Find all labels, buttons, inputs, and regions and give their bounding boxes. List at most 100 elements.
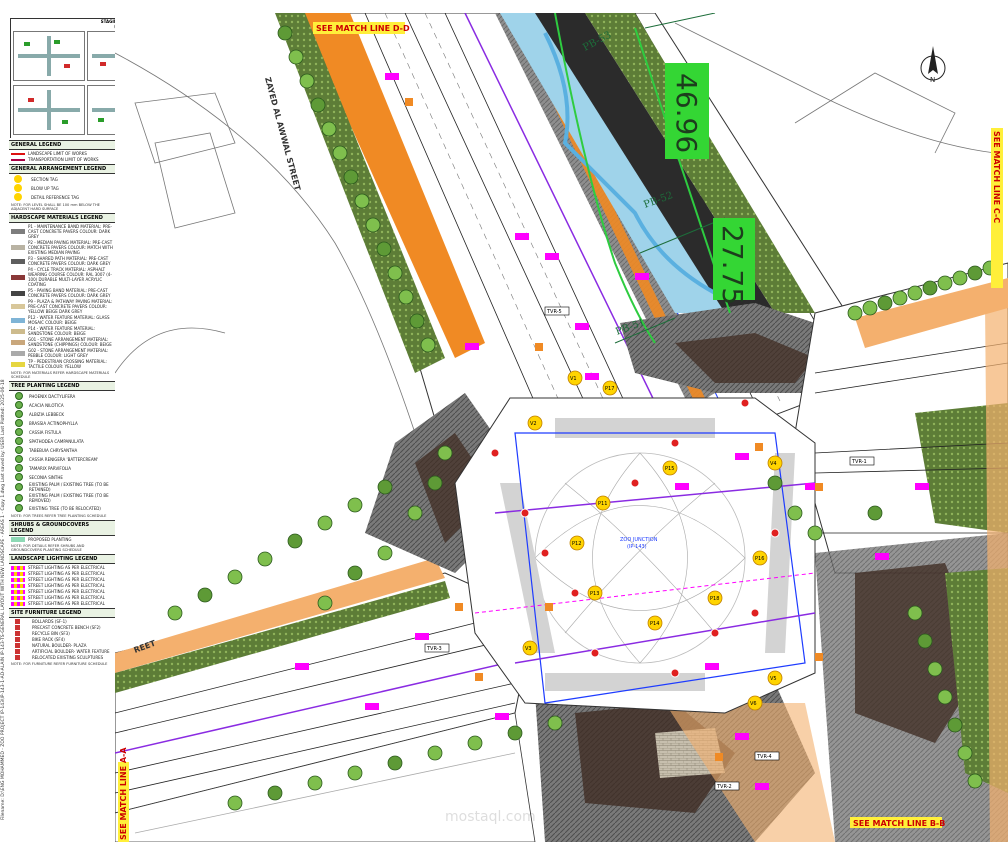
tree_items-item: TAMARIX PARVIFOLIA <box>11 464 115 472</box>
tree-icon <box>317 595 333 611</box>
file-path-text: Filename: D:\ENG MOHAMMED - ZOO PROJECT … <box>1 379 6 820</box>
tree-icon <box>467 735 483 751</box>
tree_items-item: ALBIZIA LEBBECK <box>11 410 115 418</box>
magenta-marker <box>635 273 649 280</box>
legend-item-label: G02 - STONE ARRANGEMENT MATERIAL: PEBBLE… <box>28 348 109 358</box>
magenta-marker <box>295 663 309 670</box>
section-tag-1: TVR-1 <box>849 456 875 466</box>
orange-marker <box>405 98 413 106</box>
svg-text:TVR-5: TVR-5 <box>546 309 562 315</box>
tree_items-item: TABEBUIA CHRYSANTHA <box>11 446 115 454</box>
tree_items-item: PHOENIX DACTYLIFERA <box>11 392 115 400</box>
tree-icon <box>347 497 363 513</box>
magenta-marker <box>755 783 769 790</box>
legend-item-label: EXISTING PALM / EXISTING TREE (TO BE RET… <box>29 482 109 492</box>
hardscape_items-item: P9 - PLAZA & PATHWAY PAVING MATERIAL: PR… <box>11 299 115 314</box>
general-legend-list: LANDSCAPE LIMIT OF WORKS TRANSPORTATION L… <box>9 151 115 162</box>
svg-text:V5: V5 <box>770 676 777 682</box>
legend-item-label: STREET LIGHTING AS PER ELECTRICAL <box>28 589 105 594</box>
legend-item-label: P3 - SHARED PATH MATERIAL: PRE-CAST CONC… <box>28 256 111 266</box>
legend-item-label: BOLLARDS (SF-1) <box>32 619 67 624</box>
tree-icon <box>892 290 908 306</box>
tree_items-item: CASSIA RENIGERA 'BATTERCREAM' <box>11 455 115 463</box>
legend-item-label: TRANSPORTATION LIMIT OF WORKS <box>28 157 99 162</box>
legend-item-label: STREET LIGHTING AS PER ELECTRICAL <box>28 565 105 570</box>
hardscape-legend-list: P1 - MAINTENANCE BAND MATERIAL: PRE-CAST… <box>9 224 115 369</box>
tree-icon <box>387 755 403 771</box>
legend-swatch-icon <box>11 152 25 155</box>
match-line-bottom: SEE MATCH LINE B-B <box>850 817 945 828</box>
stage-phase-1 <box>13 31 85 81</box>
svg-text:V3: V3 <box>525 646 532 652</box>
legend-swatch-icon <box>11 350 25 356</box>
svg-text:P17: P17 <box>605 386 614 392</box>
site-plan[interactable]: SEE MATCH LINE D-D SEE MATCH LINE B-B SE… <box>115 13 1008 842</box>
tree-icon <box>922 280 938 296</box>
hardscape-legend-title: HARDSCAPE MATERIALS LEGEND <box>9 213 115 223</box>
tree-symbol-icon <box>15 428 23 436</box>
furniture_items-item: RECYCLE BIN (SF3) <box>11 631 115 636</box>
magenta-marker <box>875 553 889 560</box>
traffic-signal-icon <box>750 608 760 618</box>
lighting_items-item: STREET LIGHTING AS PER ELECTRICAL <box>11 601 115 606</box>
match-line-left: SEE MATCH LINE A-A <box>118 747 129 842</box>
orange-marker <box>755 443 763 451</box>
legend-swatch-icon <box>15 637 20 642</box>
match-line-right-text: SEE MATCH LINE C-C <box>992 131 1001 223</box>
svg-text:P13: P13 <box>590 591 599 597</box>
traffic-signal-icon <box>740 398 750 408</box>
traffic-signal-icon <box>490 448 500 458</box>
legend-swatch-icon <box>11 274 25 280</box>
tree-icon <box>365 217 381 233</box>
tree-symbol-icon <box>15 401 23 409</box>
magenta-marker <box>575 323 589 330</box>
legend-item-label: BLOW UP TAG <box>31 185 59 191</box>
legend-item-label: ARTIFICIAL BOULDER- WATER FEATURE <box>32 649 110 654</box>
tree-icon <box>343 169 359 185</box>
legend-item-label: STREET LIGHTING AS PER ELECTRICAL <box>28 583 105 588</box>
legend-item-label: TABEBUIA CHRYSANTHA <box>29 447 78 453</box>
tree_items-item: ACACIA NILOTICA <box>11 401 115 409</box>
svg-text:TVR-3: TVR-3 <box>426 646 442 652</box>
callout-p18: P18 <box>707 590 723 606</box>
magenta-marker <box>515 233 529 240</box>
legend-swatch-icon <box>11 317 25 323</box>
legend-swatch-icon <box>14 175 22 183</box>
tree-note: NOTE: FOR TREES REFER TREE PLANTING SCHE… <box>11 514 107 518</box>
legend-swatch-icon <box>11 361 25 367</box>
magenta-marker <box>495 713 509 720</box>
tree-icon <box>507 725 523 741</box>
legend-swatch-icon <box>11 258 25 264</box>
svg-text:V1: V1 <box>570 376 577 382</box>
match-line-right: SEE MATCH LINE C-C <box>991 128 1003 288</box>
general-legend-title: GENERAL LEGEND <box>9 140 115 150</box>
legend-swatch-icon <box>15 619 20 624</box>
legend-swatch-icon <box>14 193 22 201</box>
tree-icon <box>317 515 333 531</box>
legend-item-label: DETAIL REFERENCE TAG <box>31 194 80 200</box>
legend-item-label: TAMARIX PARVIFOLIA <box>29 465 71 471</box>
lighting_items-item: STREET LIGHTING AS PER ELECTRICAL <box>11 565 115 570</box>
tree-icon <box>398 289 414 305</box>
tree_items-item: EXISTING PALM / EXISTING TREE (TO BE REM… <box>11 493 115 503</box>
callout-v6: V6 <box>747 695 763 711</box>
drawing-sheet: STAGING DIAGRAM (IP-143) GENERAL LEGEND … <box>0 0 1008 842</box>
tree-icon <box>787 505 803 521</box>
traffic-signal-icon <box>770 528 780 538</box>
tree-icon <box>257 551 273 567</box>
legend-item-label: P2 - MEDIAN PAVING MATERIAL: PRE-CAST CO… <box>28 240 113 255</box>
shrub-note: NOTE: FOR DETAILS REFER SHRUBS AND GROUN… <box>11 544 85 552</box>
svg-text:V6: V6 <box>750 701 757 707</box>
tree-icon <box>547 715 563 731</box>
magenta-marker <box>365 703 379 710</box>
hardscape_items-item: G01 - STONE ARRANGEMENT MATERIAL: SANDST… <box>11 337 115 347</box>
legend-item-label: STREET LIGHTING AS PER ELECTRICAL <box>28 571 105 576</box>
tree-icon <box>299 73 315 89</box>
magenta-marker <box>415 633 429 640</box>
match-line-top: SEE MATCH LINE D-D <box>313 22 410 34</box>
legend-swatch-icon <box>11 595 25 600</box>
tree-icon <box>907 605 923 621</box>
arrangement_items-item: SECTION TAG <box>11 175 115 183</box>
tree-icon <box>862 300 878 316</box>
tree-icon <box>947 717 963 733</box>
